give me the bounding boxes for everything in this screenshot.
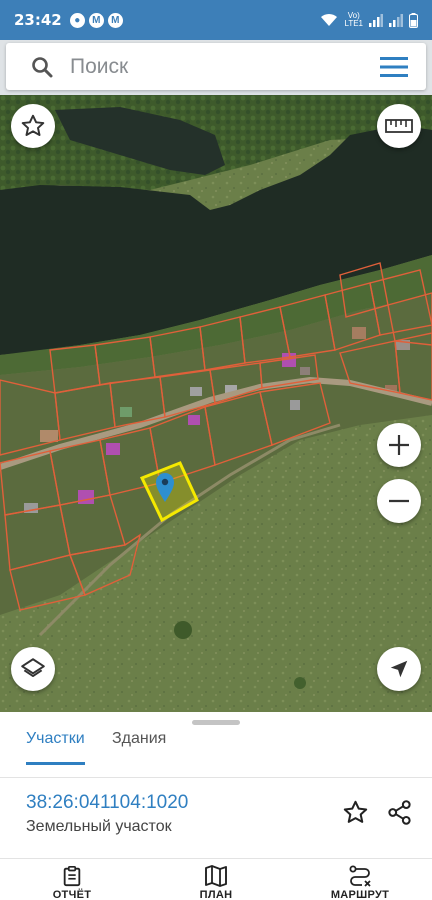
star-icon bbox=[21, 114, 45, 136]
nav-report-label: ОТЧЁТ bbox=[52, 889, 92, 900]
map-icon bbox=[205, 865, 227, 887]
layers-icon bbox=[21, 658, 45, 678]
nav-route[interactable]: МАРШРУТ bbox=[315, 865, 405, 900]
notification-m-icon: ● bbox=[69, 12, 85, 28]
nav-plan[interactable]: ПЛАН bbox=[171, 865, 261, 900]
zoom-in-button[interactable] bbox=[377, 423, 421, 467]
nav-report[interactable]: ОТЧЁТ bbox=[27, 865, 117, 900]
sheet-tabs: Участки Здания bbox=[0, 728, 432, 778]
status-time: 23:42 bbox=[14, 11, 62, 29]
status-bar: 23:42 ● M M Vo) LTE1 bbox=[0, 0, 432, 40]
zoom-out-icon bbox=[389, 499, 409, 503]
tab-parcels[interactable]: Участки bbox=[26, 730, 85, 765]
location-arrow-icon bbox=[390, 660, 408, 678]
network-type: Vo) LTE1 bbox=[344, 11, 363, 28]
menu-icon[interactable] bbox=[380, 57, 408, 77]
search-bar: Поиск bbox=[0, 40, 432, 95]
search-placeholder: Поиск bbox=[70, 55, 129, 78]
ruler-button[interactable] bbox=[377, 104, 421, 148]
status-icons: Vo) LTE1 bbox=[320, 12, 418, 28]
favorite-button[interactable] bbox=[11, 104, 55, 148]
search-icon bbox=[32, 57, 53, 78]
notification-m-icon: M bbox=[88, 12, 104, 28]
signal-icon bbox=[389, 13, 403, 27]
satellite-map[interactable] bbox=[0, 95, 432, 712]
ruler-icon bbox=[385, 119, 413, 133]
battery-icon bbox=[409, 12, 418, 28]
search-input[interactable]: Поиск bbox=[6, 43, 426, 90]
sheet-drag-handle[interactable] bbox=[192, 720, 240, 725]
zoom-in-icon bbox=[389, 435, 409, 455]
my-location-button[interactable] bbox=[377, 647, 421, 691]
star-icon[interactable] bbox=[342, 799, 369, 826]
signal-icon bbox=[369, 13, 383, 27]
share-icon[interactable] bbox=[386, 799, 413, 826]
bottom-navigation: ОТЧЁТ ПЛАН МАРШРУТ bbox=[0, 858, 432, 900]
clipboard-icon bbox=[63, 866, 81, 887]
nav-route-label: МАРШРУТ bbox=[330, 889, 390, 900]
notification-m-icon: M bbox=[107, 12, 123, 28]
parcel-number[interactable]: 38:26:041104:1020 bbox=[26, 792, 188, 814]
route-icon bbox=[349, 865, 371, 887]
nav-plan-label: ПЛАН bbox=[199, 889, 233, 900]
tab-buildings[interactable]: Здания bbox=[112, 730, 166, 762]
tree bbox=[294, 677, 306, 689]
wifi-icon bbox=[321, 13, 338, 26]
parcel-type: Земельный участок bbox=[26, 818, 172, 835]
zoom-out-button[interactable] bbox=[377, 479, 421, 523]
tree bbox=[174, 621, 192, 639]
layers-button[interactable] bbox=[11, 647, 55, 691]
map-view[interactable] bbox=[0, 95, 432, 712]
